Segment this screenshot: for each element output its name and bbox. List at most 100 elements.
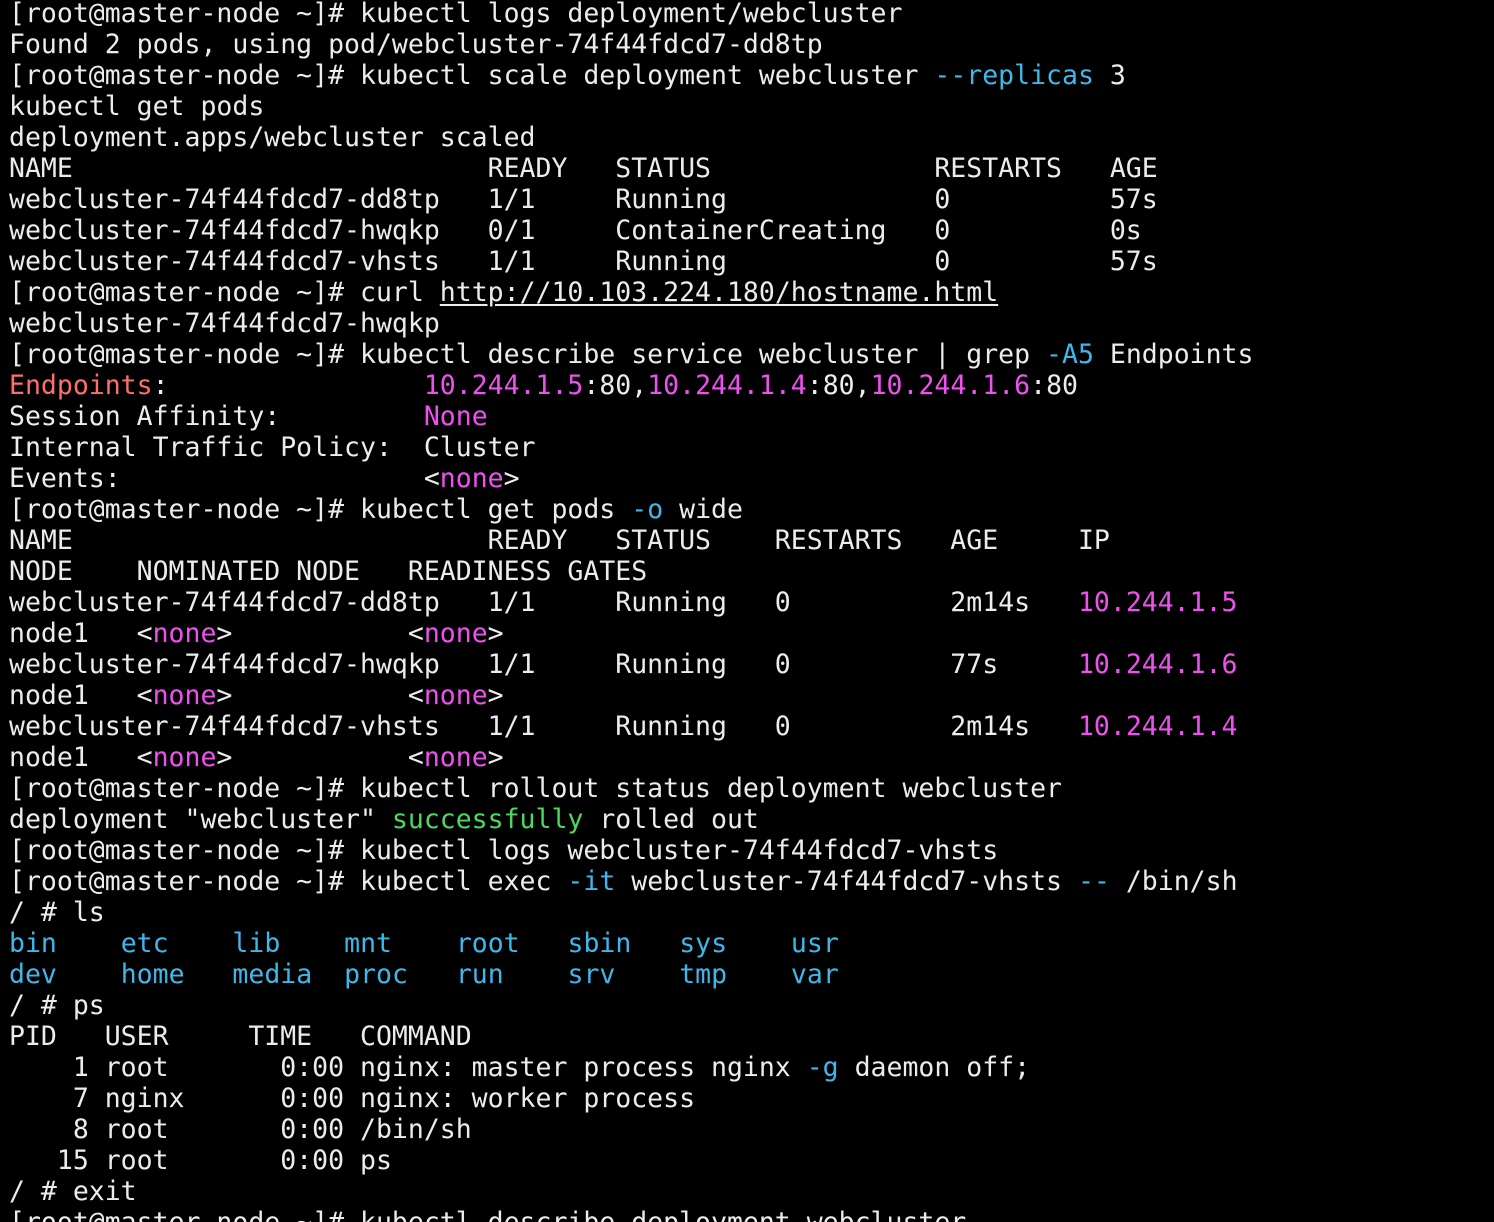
terminal-text-segment: usr — [790, 928, 839, 959]
terminal-text-segment: [root@master-node ~]# kubectl describe s… — [9, 339, 1047, 370]
terminal-line: / # ls — [9, 897, 1494, 928]
terminal-line: Internal Traffic Policy: Cluster — [9, 432, 1494, 463]
terminal-text-segment: -- — [1077, 866, 1110, 897]
terminal-line: webcluster-74f44fdcd7-dd8tp 1/1 Running … — [9, 587, 1494, 618]
terminal-line: [root@master-node ~]# kubectl scale depl… — [9, 60, 1494, 91]
terminal-text-segment: var — [790, 959, 839, 990]
terminal-text-segment: Found 2 pods, using pod/webcluster-74f44… — [9, 29, 823, 60]
terminal-text-segment: PID USER TIME COMMAND — [9, 1021, 472, 1052]
terminal-text-segment: successfully — [391, 804, 584, 835]
terminal-line: dev home media proc run srv tmp var — [9, 959, 1494, 990]
terminal-line: webcluster-74f44fdcd7-vhsts 1/1 Running … — [9, 246, 1494, 277]
terminal-text-segment: 10.244.1.5 — [423, 370, 584, 401]
terminal-text-segment: > < — [216, 742, 424, 773]
terminal-text-segment: tmp — [679, 959, 728, 990]
terminal-line: 1 root 0:00 nginx: master process nginx … — [9, 1052, 1494, 1083]
terminal-text-segment: none — [152, 680, 217, 711]
terminal-text-segment: node1 < — [9, 742, 153, 773]
terminal-line: PID USER TIME COMMAND — [9, 1021, 1494, 1052]
terminal-text-segment: -it — [567, 866, 616, 897]
terminal-text-segment: [root@master-node ~]# kubectl exec — [9, 866, 568, 897]
terminal-line: node1 <none> <none> — [9, 680, 1494, 711]
terminal-text-segment: /bin/sh — [1109, 866, 1238, 897]
terminal-text-segment: :80, — [806, 370, 871, 401]
terminal-text-segment: 10.244.1.6 — [870, 370, 1031, 401]
terminal-line: 7 nginx 0:00 nginx: worker process — [9, 1083, 1494, 1114]
terminal-output: [root@master-node ~]# kubectl logs deplo… — [0, 0, 1494, 1222]
terminal-line: [root@master-node ~]# kubectl logs webcl… — [9, 835, 1494, 866]
terminal-text-segment: home — [120, 959, 185, 990]
terminal-text-segment: sys — [679, 928, 728, 959]
terminal-line: NAME READY STATUS RESTARTS AGE — [9, 153, 1494, 184]
terminal-line: bin etc lib mnt root sbin sys usr — [9, 928, 1494, 959]
terminal-text-segment: [root@master-node ~]# kubectl get pods — [9, 494, 632, 525]
terminal-text-segment: None — [423, 401, 488, 432]
url-link[interactable]: http://10.103.224.180/hostname.html — [440, 277, 998, 308]
terminal-line: Endpoints: 10.244.1.5:80,10.244.1.4:80,1… — [9, 370, 1494, 401]
terminal-text-segment: sbin — [567, 928, 632, 959]
terminal-text-segment: :80 — [1030, 370, 1078, 401]
terminal-line: NODE NOMINATED NODE READINESS GATES — [9, 556, 1494, 587]
terminal-line: NAME READY STATUS RESTARTS AGE IP — [9, 525, 1494, 556]
terminal-text-segment: > — [487, 680, 504, 711]
terminal-text-segment: > < — [216, 618, 424, 649]
terminal-text-segment: lib — [232, 928, 281, 959]
terminal-text-segment: NAME READY STATUS RESTARTS AGE — [9, 153, 1158, 184]
terminal-text-segment: webcluster-74f44fdcd7-vhsts 1/1 Running … — [9, 711, 1078, 742]
terminal-text-segment: [root@master-node ~]# kubectl rollout st… — [9, 773, 1062, 804]
terminal-line: [root@master-node ~]# curl http://10.103… — [9, 277, 1494, 308]
terminal-text-segment: webcluster-74f44fdcd7-hwqkp 0/1 Containe… — [9, 215, 1142, 246]
terminal-text-segment: -g — [806, 1052, 839, 1083]
terminal-text-segment: none — [152, 618, 217, 649]
terminal-text-segment: kubectl get pods — [9, 91, 265, 122]
terminal-text-segment: node1 < — [9, 680, 153, 711]
terminal-text-segment: none — [423, 618, 488, 649]
terminal-text-segment: Internal Traffic Policy: Cluster — [9, 432, 536, 463]
terminal-text-segment: 7 nginx 0:00 nginx: worker process — [9, 1083, 696, 1114]
terminal-line: webcluster-74f44fdcd7-hwqkp 1/1 Running … — [9, 649, 1494, 680]
terminal-line: webcluster-74f44fdcd7-vhsts 1/1 Running … — [9, 711, 1494, 742]
terminal-text-segment: none — [439, 463, 504, 494]
terminal-text-segment: NAME READY STATUS RESTARTS AGE IP — [9, 525, 1110, 556]
terminal-text-segment: rolled out — [583, 804, 759, 835]
terminal-text-segment: > < — [216, 680, 424, 711]
terminal-window[interactable]: [root@master-node ~]# kubectl logs deplo… — [0, 0, 1494, 1222]
terminal-text-segment: -o — [631, 494, 664, 525]
terminal-text-segment: Endpoints — [9, 370, 153, 401]
terminal-text-segment: > — [487, 618, 504, 649]
terminal-text-segment: 15 root 0:00 ps — [9, 1145, 392, 1176]
terminal-line: [root@master-node ~]# kubectl rollout st… — [9, 773, 1494, 804]
terminal-text-segment: webcluster-74f44fdcd7-hwqkp — [9, 308, 440, 339]
terminal-line: deployment.apps/webcluster scaled — [9, 122, 1494, 153]
terminal-text-segment: 8 root 0:00 /bin/sh — [9, 1114, 472, 1145]
terminal-text-segment: daemon off; — [838, 1052, 1031, 1083]
terminal-line: Session Affinity: None — [9, 401, 1494, 432]
terminal-line: 8 root 0:00 /bin/sh — [9, 1114, 1494, 1145]
terminal-line: [root@master-node ~]# kubectl logs deplo… — [9, 0, 1494, 29]
terminal-text-segment: wide — [663, 494, 743, 525]
terminal-line: webcluster-74f44fdcd7-hwqkp — [9, 308, 1494, 339]
terminal-text-segment: etc — [120, 928, 169, 959]
terminal-text-segment: Session Affinity: — [9, 401, 424, 432]
terminal-text-segment: --replicas — [934, 60, 1094, 91]
terminal-text-segment: proc — [344, 959, 408, 990]
terminal-text-segment: [root@master-node ~]# kubectl describe d… — [9, 1207, 966, 1222]
terminal-line: Found 2 pods, using pod/webcluster-74f44… — [9, 29, 1494, 60]
terminal-text-segment: deployment.apps/webcluster scaled — [9, 122, 536, 153]
terminal-text-segment: [root@master-node ~]# curl — [9, 277, 440, 308]
terminal-text-segment: root — [455, 928, 520, 959]
terminal-text-segment: Endpoints — [1093, 339, 1254, 370]
terminal-text-segment: [root@master-node ~]# kubectl logs deplo… — [9, 0, 903, 29]
terminal-text-segment: srv — [567, 959, 616, 990]
terminal-text-segment: media — [232, 959, 313, 990]
